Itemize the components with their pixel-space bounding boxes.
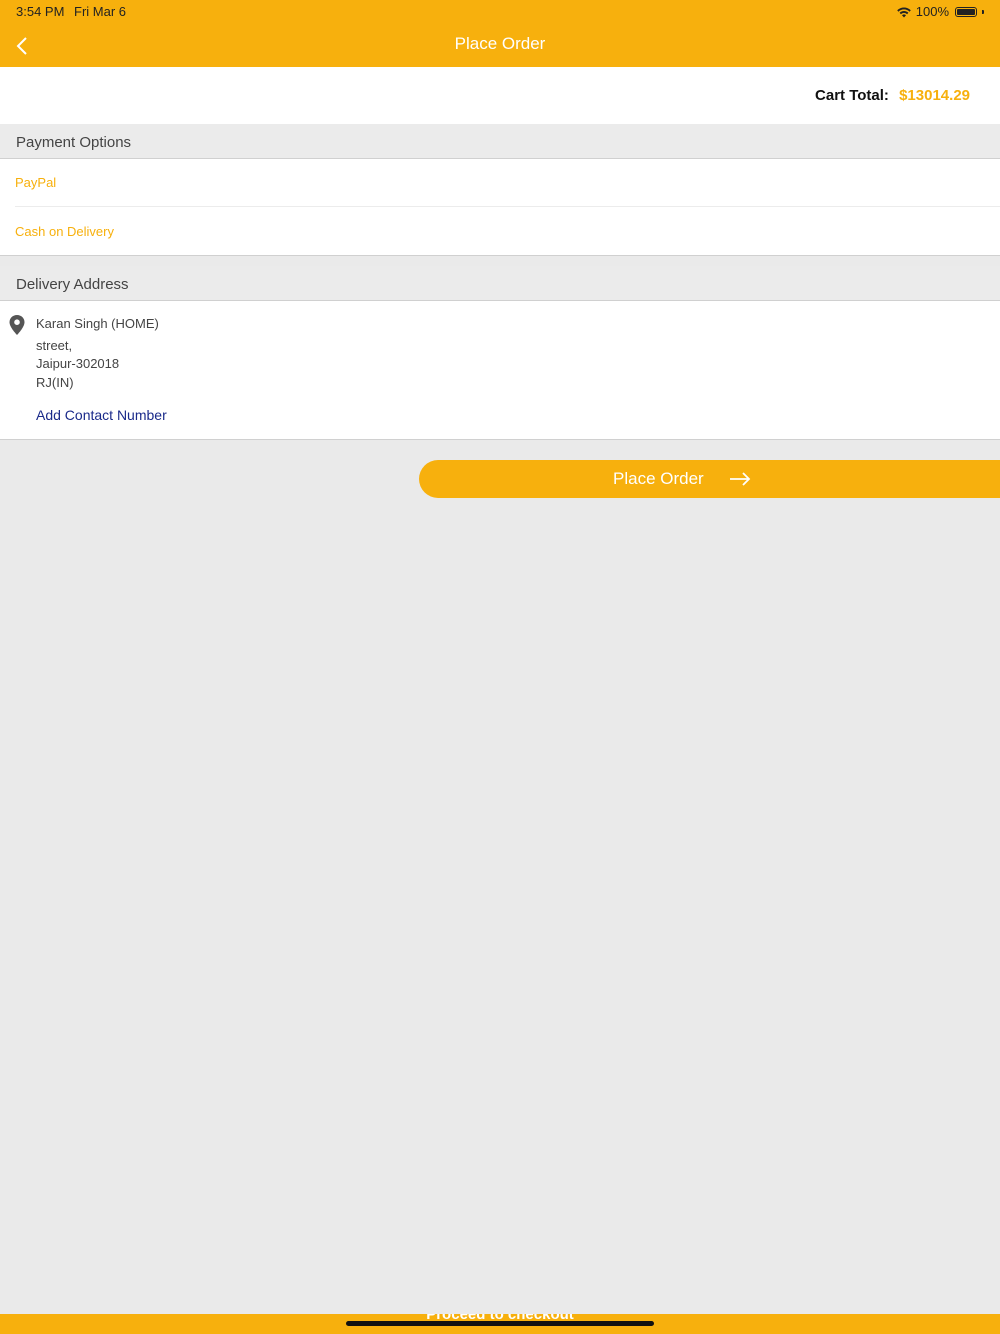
- payment-options-title: Payment Options: [16, 134, 132, 151]
- cart-total-row: Cart Total: $13014.29: [0, 67, 1000, 124]
- battery-percentage: 100%: [915, 4, 949, 19]
- battery-icon: [955, 6, 977, 17]
- status-indicators: 100%: [896, 4, 984, 19]
- cart-total-value: $13014.29: [899, 87, 970, 104]
- delivery-address-card[interactable]: Karan Singh (HOME) street, Jaipur-302018…: [0, 301, 1000, 440]
- address-name: Karan Singh (HOME): [36, 316, 159, 331]
- home-indicator[interactable]: [346, 1321, 654, 1326]
- delivery-address-header: Delivery Address: [0, 266, 1000, 301]
- wifi-icon: [896, 6, 911, 17]
- status-date: Fri Mar 6: [74, 4, 126, 19]
- payment-options-list: PayPal Cash on Delivery: [0, 159, 1000, 256]
- payment-options-header: Payment Options: [0, 124, 1000, 159]
- arrow-right-icon: [730, 472, 751, 486]
- delivery-address-title: Delivery Address: [16, 276, 129, 293]
- address-state: RJ(IN): [36, 375, 74, 390]
- navigation-bar: 3:54 PM Fri Mar 6 100% Place Order: [0, 0, 1000, 67]
- payment-option-cash-on-delivery[interactable]: Cash on Delivery: [15, 224, 114, 239]
- add-contact-number-link[interactable]: Add Contact Number: [36, 407, 167, 423]
- divider: [15, 206, 1000, 207]
- address-street: street,: [36, 338, 73, 353]
- address-city: Jaipur-302018: [36, 356, 120, 371]
- payment-option-paypal[interactable]: PayPal: [15, 175, 56, 190]
- location-pin-icon: [9, 315, 25, 335]
- cart-total-label: Cart Total:: [815, 87, 889, 104]
- battery-tip: [982, 9, 984, 14]
- status-time: 3:54 PM: [16, 4, 65, 19]
- place-order-button[interactable]: Place Order: [419, 460, 1000, 498]
- place-order-label: Place Order: [613, 469, 704, 488]
- page-title: Place Order: [454, 34, 546, 53]
- cart-total: Cart Total: $13014.29: [815, 87, 970, 104]
